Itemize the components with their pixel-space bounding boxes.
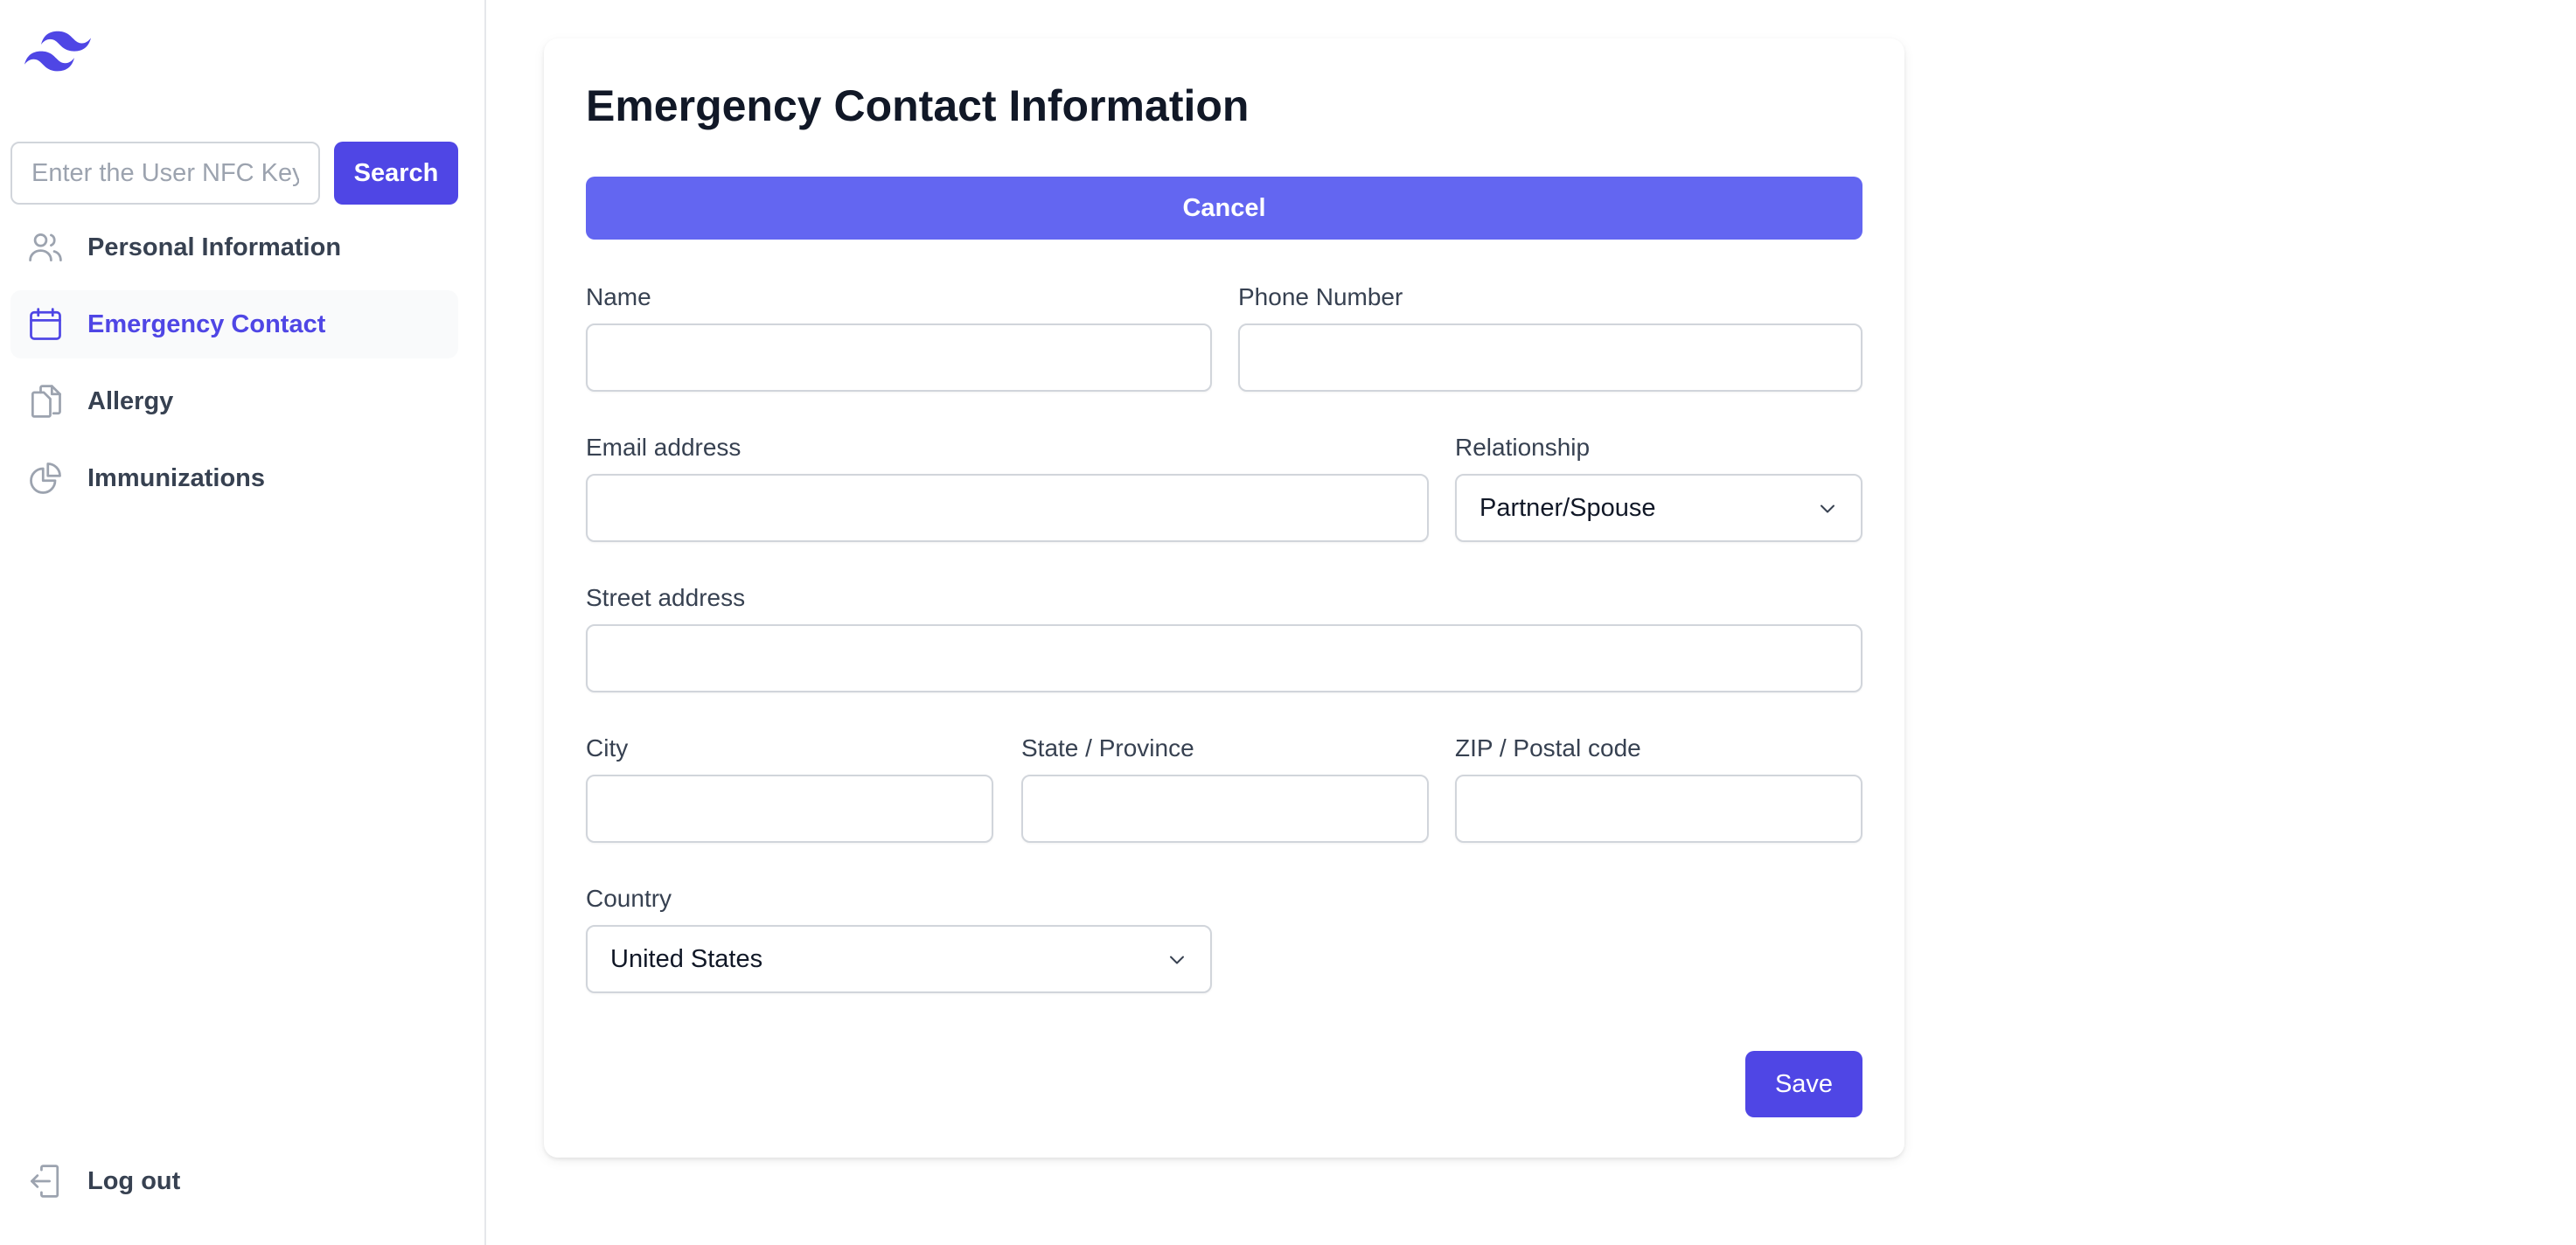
name-field[interactable] xyxy=(586,323,1212,392)
sidebar-item-label: Immunizations xyxy=(87,463,266,492)
chevron-down-icon xyxy=(1821,504,1835,513)
city-field[interactable] xyxy=(586,775,993,843)
relationship-label: Relationship xyxy=(1455,434,1591,461)
users-icon xyxy=(29,233,62,262)
zip-postal-code-label: ZIP / Postal code xyxy=(1455,734,1641,762)
sidebar-item-immunizations[interactable]: Immunizations xyxy=(10,444,458,512)
phone-number-field[interactable] xyxy=(1238,323,1862,392)
email-label: Email address xyxy=(586,434,741,461)
search-button[interactable]: Search xyxy=(334,142,458,205)
relationship-selected-value: Partner/Spouse xyxy=(1479,494,1656,522)
logout-label: Log out xyxy=(87,1166,181,1195)
state-province-field[interactable] xyxy=(1021,775,1429,843)
calendar-icon xyxy=(30,308,61,340)
sidebar-item-label: Personal Information xyxy=(87,233,342,261)
sidebar-item-label: Emergency Contact xyxy=(87,310,326,338)
email-field[interactable] xyxy=(586,474,1429,542)
city-label: City xyxy=(586,734,629,762)
country-select[interactable]: United States xyxy=(586,925,1212,993)
nfc-search-bar: Search xyxy=(10,142,458,206)
country-label: Country xyxy=(586,885,672,912)
street-address-field[interactable] xyxy=(586,624,1862,692)
logout-link[interactable]: Log out xyxy=(10,1147,458,1215)
sidebar: Search Personal Information Emergency Co… xyxy=(0,0,486,1245)
sidebar-item-personal-information[interactable]: Personal Information xyxy=(10,213,458,282)
street-address-label: Street address xyxy=(586,584,746,611)
country-selected-value: United States xyxy=(610,945,763,973)
zip-postal-code-field[interactable] xyxy=(1455,775,1862,843)
sidebar-item-label: Allergy xyxy=(87,386,174,415)
documents-icon xyxy=(31,385,61,418)
chevron-down-icon xyxy=(1170,956,1184,964)
pie-chart-icon xyxy=(30,463,61,494)
relationship-select[interactable]: Partner/Spouse xyxy=(1455,474,1862,542)
page-title: Emergency Contact Information xyxy=(586,81,1250,130)
sidebar-item-allergy[interactable]: Allergy xyxy=(10,367,458,435)
phone-label: Phone Number xyxy=(1238,283,1403,310)
sidebar-item-emergency-contact[interactable]: Emergency Contact xyxy=(10,290,458,358)
nfc-key-search-input[interactable] xyxy=(10,142,320,205)
cancel-button[interactable]: Cancel xyxy=(586,177,1862,240)
save-button[interactable]: Save xyxy=(1745,1051,1862,1117)
logout-icon xyxy=(31,1165,59,1198)
name-label: Name xyxy=(586,283,651,310)
emergency-contact-form-card: Emergency Contact Information Cancel Nam… xyxy=(544,38,1904,1158)
wave-logo-icon[interactable] xyxy=(24,28,91,75)
state-province-label: State / Province xyxy=(1021,734,1194,762)
